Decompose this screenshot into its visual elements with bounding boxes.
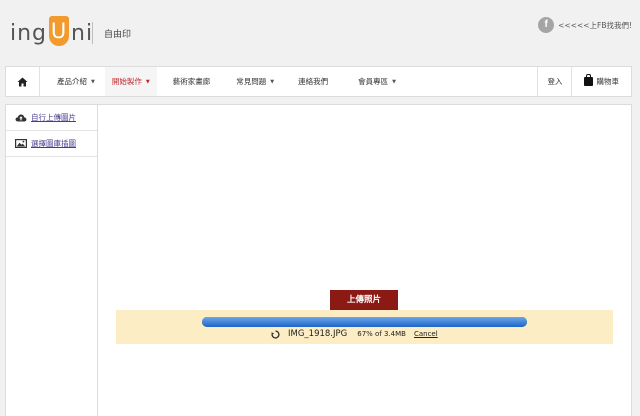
logo-u-mark: U (49, 16, 70, 46)
sidebar-item-gallery[interactable]: 選擇圖庫插圖 (6, 131, 97, 157)
site-logo[interactable]: ing U ni (10, 16, 93, 46)
facebook-icon: f (538, 17, 555, 33)
sidebar: 自行上傳圖片 選擇圖庫插圖 (5, 104, 98, 416)
shopping-bag-icon (583, 74, 593, 86)
logo-divider (92, 22, 93, 44)
nav-artist-gallery[interactable]: 藝術家畫廊 (157, 67, 227, 96)
upload-photo-button[interactable]: 上傳照片 (330, 290, 398, 310)
nav-products-label: 產品介紹 (57, 77, 87, 86)
loading-spinner-icon (271, 329, 280, 339)
site-header: ing U ni 自由印 f <<<<<上FB找我們! (0, 0, 640, 62)
home-icon (17, 77, 28, 86)
nav-faq[interactable]: 常見問題 ▼ (226, 67, 284, 96)
nav-member-label: 會員專區 (358, 77, 389, 86)
facebook-link-label: <<<<<上FB找我們! (558, 20, 632, 30)
upload-progress-info: IMG_1918.JPG 67% of 3.4MB Cancel (271, 329, 438, 339)
nav-cart-label: 購物車 (596, 77, 620, 86)
image-icon (15, 139, 27, 148)
sidebar-item-upload-image[interactable]: 自行上傳圖片 (6, 105, 97, 131)
cancel-upload-link[interactable]: Cancel (414, 330, 438, 338)
sidebar-item-gallery-label: 選擇圖庫插圖 (31, 139, 76, 148)
chevron-down-icon: ▼ (145, 78, 150, 85)
chevron-down-icon: ▼ (392, 78, 396, 85)
chevron-down-icon: ▼ (91, 78, 95, 85)
upload-filename: IMG_1918.JPG (288, 329, 348, 339)
nav-login-label: 登入 (547, 77, 563, 86)
upload-progress-panel: IMG_1918.JPG 67% of 3.4MB Cancel (116, 310, 613, 344)
chevron-down-icon: ▼ (270, 78, 275, 85)
facebook-link[interactable]: f <<<<<上FB找我們! (538, 17, 632, 33)
nav-products[interactable]: 產品介紹 ▼ (40, 67, 105, 96)
nav-login[interactable]: 登入 (536, 67, 571, 96)
nav-start-making[interactable]: 開始製作 ▼ (104, 67, 157, 96)
nav-faq-label: 常見問題 (236, 77, 267, 86)
nav-member[interactable]: 會員專區 ▼ (346, 67, 406, 96)
nav-start-making-label: 開始製作 (111, 77, 142, 86)
nav-contact-label: 連絡我們 (298, 77, 329, 86)
nav-home[interactable] (6, 67, 40, 96)
upload-progress-fill (202, 317, 527, 327)
main-nav: 產品介紹 ▼ 開始製作 ▼ 藝術家畫廊 常見問題 ▼ 連絡我們 會員專區 ▼ 登… (5, 66, 632, 97)
nav-contact[interactable]: 連絡我們 (284, 67, 346, 96)
logo-text-start: ing (10, 21, 48, 46)
logo-text-end: ni (71, 21, 94, 46)
sidebar-item-upload-image-label: 自行上傳圖片 (31, 113, 76, 122)
nav-cart[interactable]: 購物車 (570, 67, 632, 96)
upload-progress-text: 67% of 3.4MB (357, 330, 406, 338)
site-tagline: 自由印 (104, 30, 132, 40)
main-content: 上傳照片 IMG_1918.JPG 67% of 3.4MB Cancel (98, 104, 632, 416)
cloud-upload-icon (15, 114, 27, 122)
nav-artist-gallery-label: 藝術家畫廊 (172, 77, 211, 86)
upload-progress-bar (202, 317, 527, 327)
